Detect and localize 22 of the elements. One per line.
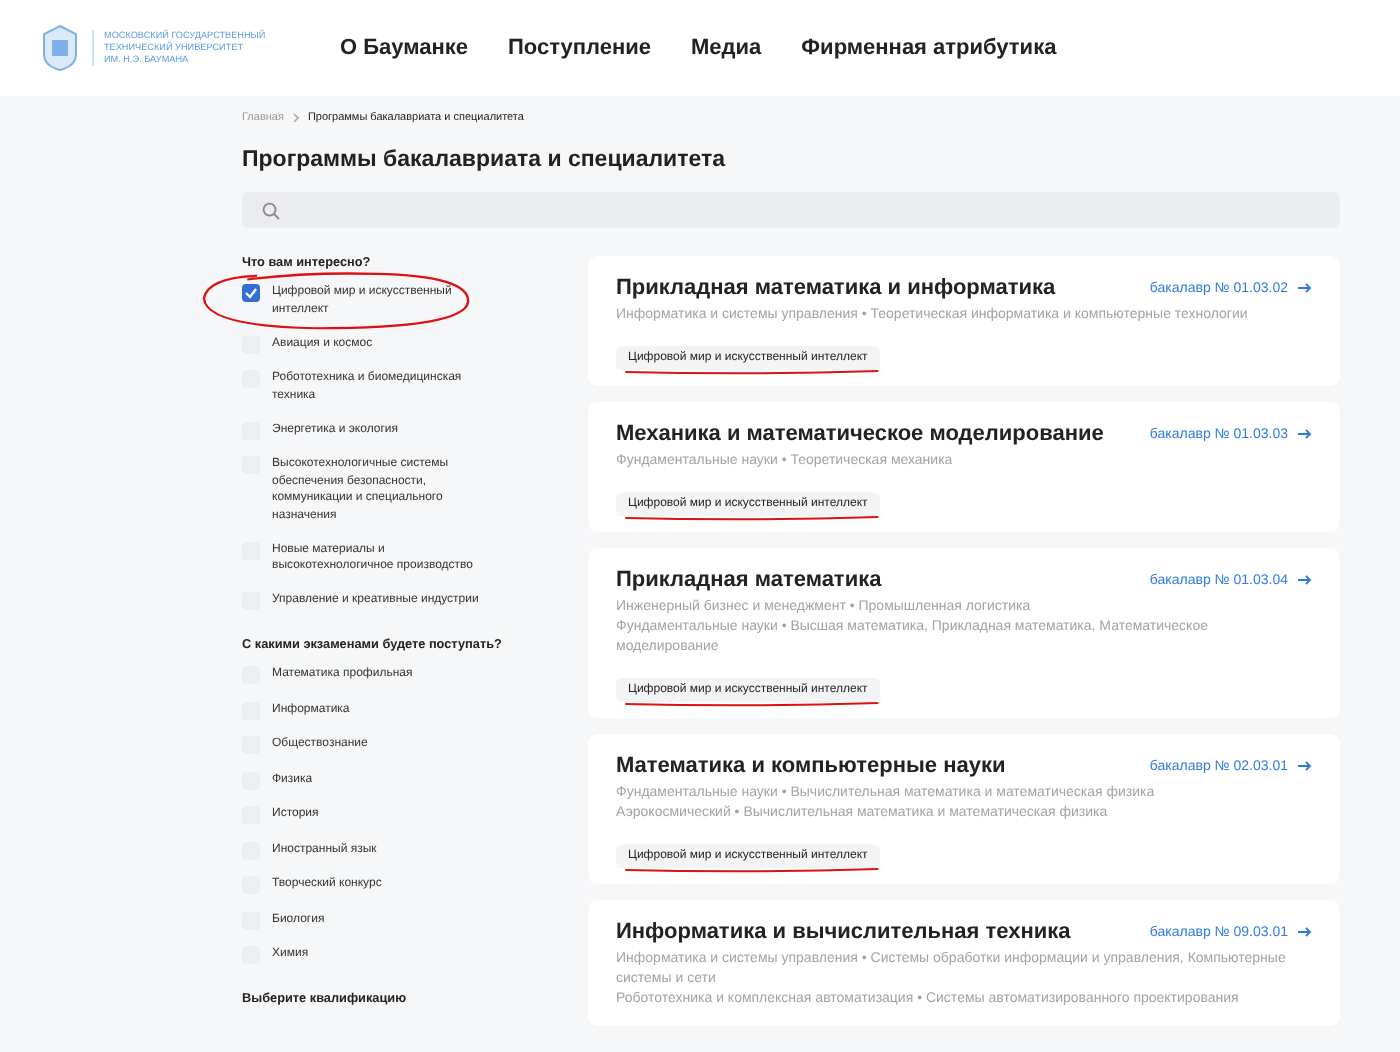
arrow-right-icon xyxy=(1298,760,1312,772)
arrow-right-icon xyxy=(1298,282,1312,294)
arrow-right-icon xyxy=(1298,428,1312,440)
program-card[interactable] xyxy=(588,734,1340,884)
arrow-right-icon xyxy=(1298,926,1312,938)
program-title: Прикладная математика и информатика xyxy=(616,276,1056,300)
program-title: Информатика и вычислительная техника xyxy=(616,920,1071,944)
nav-link[interactable]: Поступление xyxy=(508,36,652,60)
program-title: Математика и компьютерные науки xyxy=(616,754,1006,778)
page-title: Программы бакалавриата и специалитета xyxy=(242,148,728,172)
search-field[interactable] xyxy=(242,192,1340,228)
nav-link[interactable]: О Бауманке xyxy=(340,36,468,60)
university-logo-icon xyxy=(40,24,80,72)
nav-link[interactable]: Медиа xyxy=(691,36,762,60)
chevron-icon xyxy=(291,112,300,124)
checkbox[interactable] xyxy=(242,284,260,302)
arrow-right-icon xyxy=(1298,574,1312,586)
program-card[interactable] xyxy=(588,900,1340,1026)
program-title: Механика и математическое моделирование xyxy=(616,422,1104,446)
search-icon xyxy=(262,201,280,219)
nav-link[interactable]: Фирменная атрибутика xyxy=(801,36,1057,60)
program-title: Прикладная математика xyxy=(616,568,882,592)
